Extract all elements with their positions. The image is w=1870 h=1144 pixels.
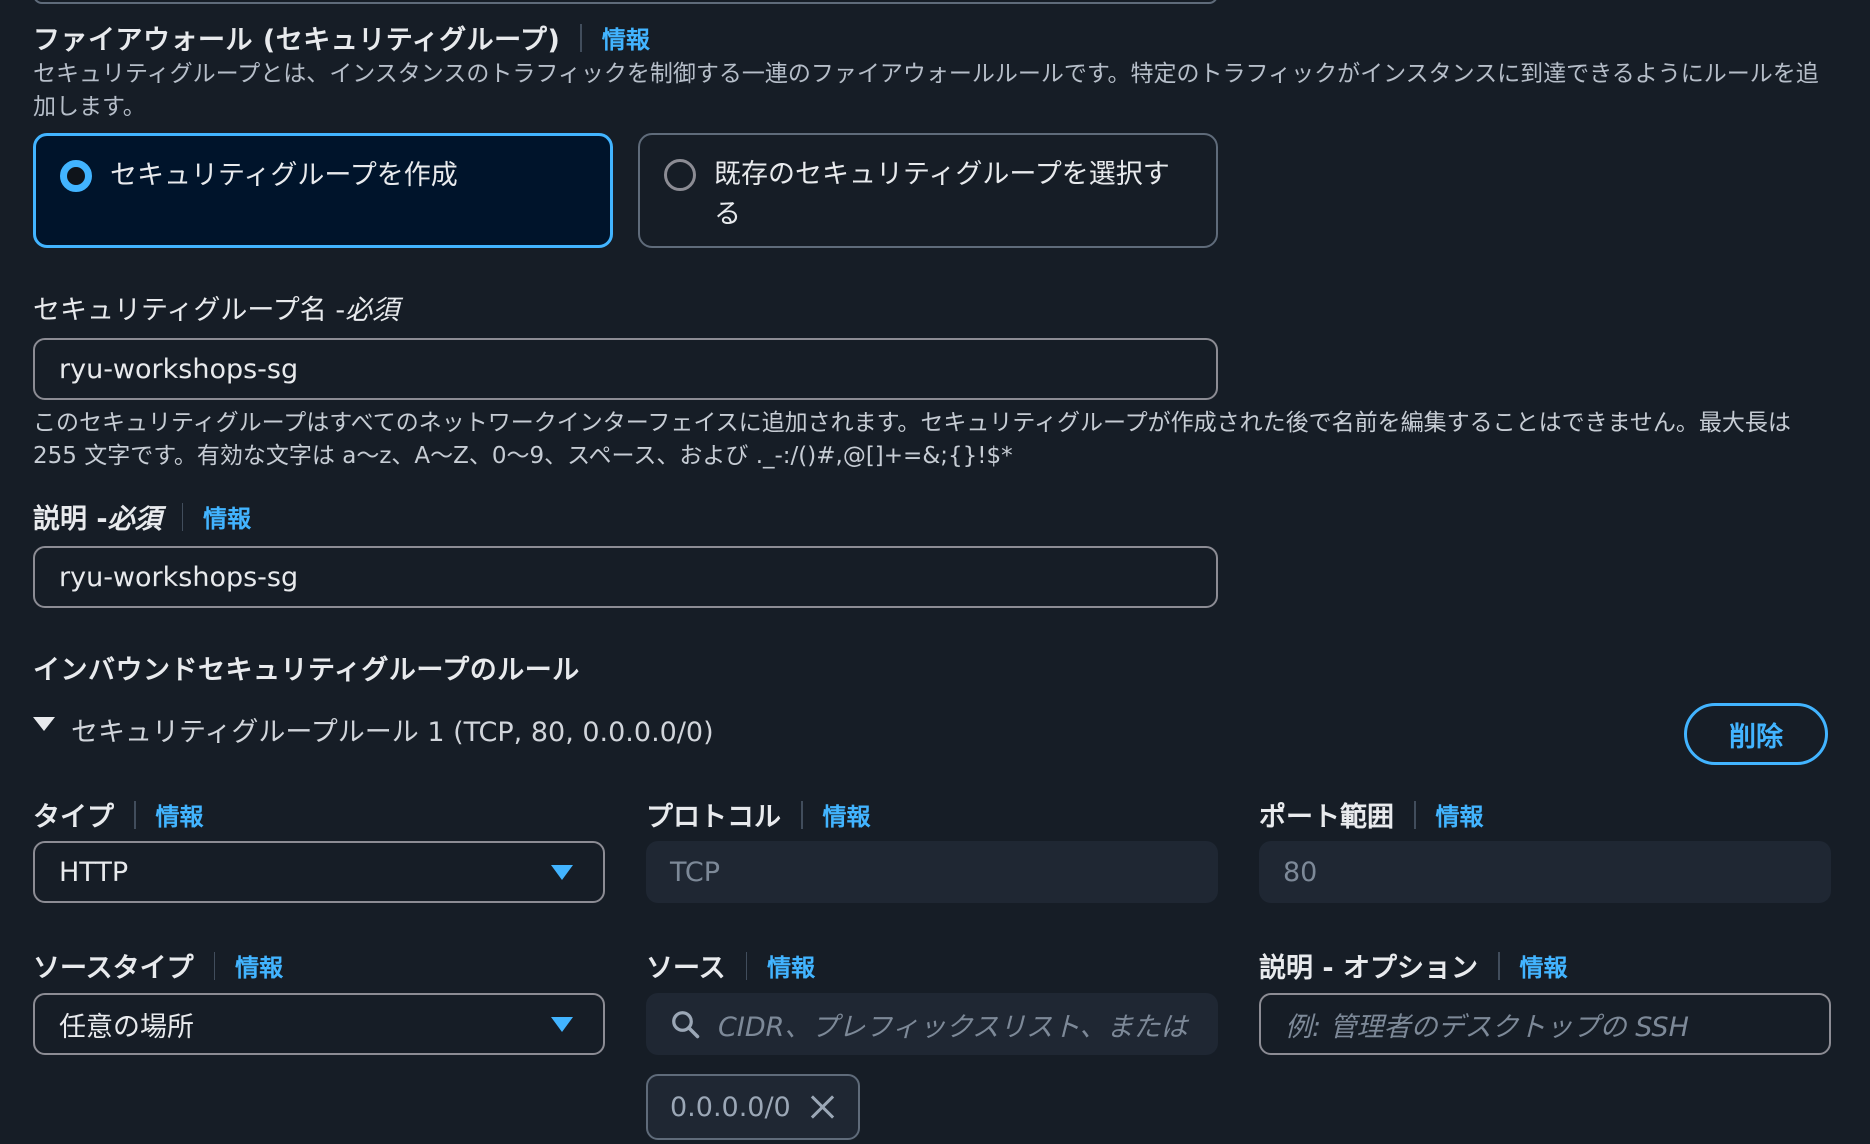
rule-title: セキュリティグループルール 1 (TCP, 80, 0.0.0.0/0) xyxy=(71,717,714,748)
close-icon[interactable] xyxy=(809,1094,835,1120)
type-label-text: タイプ xyxy=(33,802,114,833)
source-type-value: 任意の場所 xyxy=(59,1011,194,1043)
existing-sg-option[interactable]: 既存のセキュリティグループを選択する xyxy=(638,133,1218,248)
firewall-info-link[interactable]: 情報 xyxy=(602,20,650,55)
protocol-label-text: プロトコル xyxy=(646,802,781,833)
divider xyxy=(181,502,184,531)
source-info-link[interactable]: 情報 xyxy=(767,948,815,983)
divider xyxy=(1498,951,1500,980)
create-sg-label: セキュリティグループを作成 xyxy=(110,160,458,191)
source-placeholder: CIDR、プレフィックスリスト、または xyxy=(718,1011,1188,1043)
rule-desc-placeholder: 例: 管理者のデスクトップの SSH xyxy=(1285,1011,1689,1043)
divider xyxy=(1414,800,1416,829)
type-info-link[interactable]: 情報 xyxy=(156,797,204,832)
type-value: HTTP xyxy=(59,856,129,888)
inbound-header: インバウンドセキュリティグループのルール xyxy=(33,648,580,687)
protocol-info-link[interactable]: 情報 xyxy=(823,797,871,832)
port-range-label: ポート範囲 情報 xyxy=(1259,795,1484,834)
create-sg-option[interactable]: セキュリティグループを作成 xyxy=(33,133,613,248)
sg-name-required: 必須 xyxy=(345,295,400,326)
previous-field-edge xyxy=(33,0,1218,4)
source-search-input[interactable]: CIDR、プレフィックスリスト、または xyxy=(646,993,1218,1055)
protocol-value: TCP xyxy=(670,856,721,888)
divider xyxy=(213,951,216,980)
dropdown-caret-icon xyxy=(551,1017,573,1032)
delete-rule-button[interactable]: 削除 xyxy=(1684,703,1828,765)
existing-sg-label: 既存のセキュリティグループを選択する xyxy=(714,159,1170,230)
source-label-text: ソース xyxy=(646,953,726,984)
rule-desc-input[interactable]: 例: 管理者のデスクトップの SSH xyxy=(1259,993,1831,1055)
sg-name-label-text: セキュリティグループ名 - xyxy=(33,295,346,326)
firewall-title: ファイアウォール (セキュリティグループ) xyxy=(33,25,561,56)
description-input[interactable]: ryu-workshops-sg xyxy=(33,546,1218,608)
description-info-link[interactable]: 情報 xyxy=(203,499,251,534)
divider xyxy=(745,951,748,980)
description-value: ryu-workshops-sg xyxy=(59,561,299,593)
radio-selected-icon[interactable] xyxy=(60,160,92,192)
divider xyxy=(801,800,803,829)
source-type-select[interactable]: 任意の場所 xyxy=(33,993,605,1055)
protocol-label: プロトコル 情報 xyxy=(646,795,871,834)
type-label: タイプ 情報 xyxy=(33,795,204,834)
port-range-label-text: ポート範囲 xyxy=(1259,802,1394,833)
description-required: 必須 xyxy=(107,504,162,535)
rule-expander[interactable]: セキュリティグループルール 1 (TCP, 80, 0.0.0.0/0) xyxy=(33,710,714,749)
inbound-title: インバウンドセキュリティグループのルール xyxy=(33,655,580,686)
dropdown-caret-icon xyxy=(551,865,573,880)
protocol-input: TCP xyxy=(646,841,1218,903)
rule-desc-info-link[interactable]: 情報 xyxy=(1520,948,1568,983)
description-label: 説明 - 必須 情報 xyxy=(33,497,251,536)
source-type-label: ソースタイプ 情報 xyxy=(33,946,283,985)
port-range-info-link[interactable]: 情報 xyxy=(1436,797,1484,832)
source-type-info-link[interactable]: 情報 xyxy=(235,948,283,983)
sg-name-input[interactable]: ryu-workshops-sg xyxy=(33,338,1218,400)
rule-desc-label: 説明 - オプション 情報 xyxy=(1259,946,1568,985)
radio-unselected-icon[interactable] xyxy=(664,159,696,191)
firewall-description: セキュリティグループとは、インスタンスのトラフィックを制御する一連のファイアウォ… xyxy=(33,61,1819,120)
rule-desc-label-text: 説明 - オプション xyxy=(1259,953,1479,984)
caret-down-icon[interactable] xyxy=(33,716,55,731)
divider xyxy=(580,23,582,52)
sg-name-value: ryu-workshops-sg xyxy=(59,353,299,385)
source-label: ソース 情報 xyxy=(646,946,815,985)
source-token: 0.0.0.0/0 xyxy=(646,1074,860,1140)
firewall-header: ファイアウォール (セキュリティグループ) 情報 xyxy=(33,18,650,57)
divider xyxy=(134,800,136,829)
port-range-value: 80 xyxy=(1283,856,1318,888)
sg-name-hint: このセキュリティグループはすべてのネットワークインターフェイスに追加されます。セ… xyxy=(33,410,1791,469)
port-range-input: 80 xyxy=(1259,841,1831,903)
security-group-form: ファイアウォール (セキュリティグループ) 情報 セキュリティグループとは、イン… xyxy=(0,0,1870,1144)
source-type-label-text: ソースタイプ xyxy=(33,953,194,984)
search-icon xyxy=(672,1011,700,1039)
description-label-text: 説明 - xyxy=(33,504,108,535)
source-token-value: 0.0.0.0/0 xyxy=(670,1091,791,1123)
sg-name-label: セキュリティグループ名 - 必須 xyxy=(33,288,399,327)
type-select[interactable]: HTTP xyxy=(33,841,605,903)
